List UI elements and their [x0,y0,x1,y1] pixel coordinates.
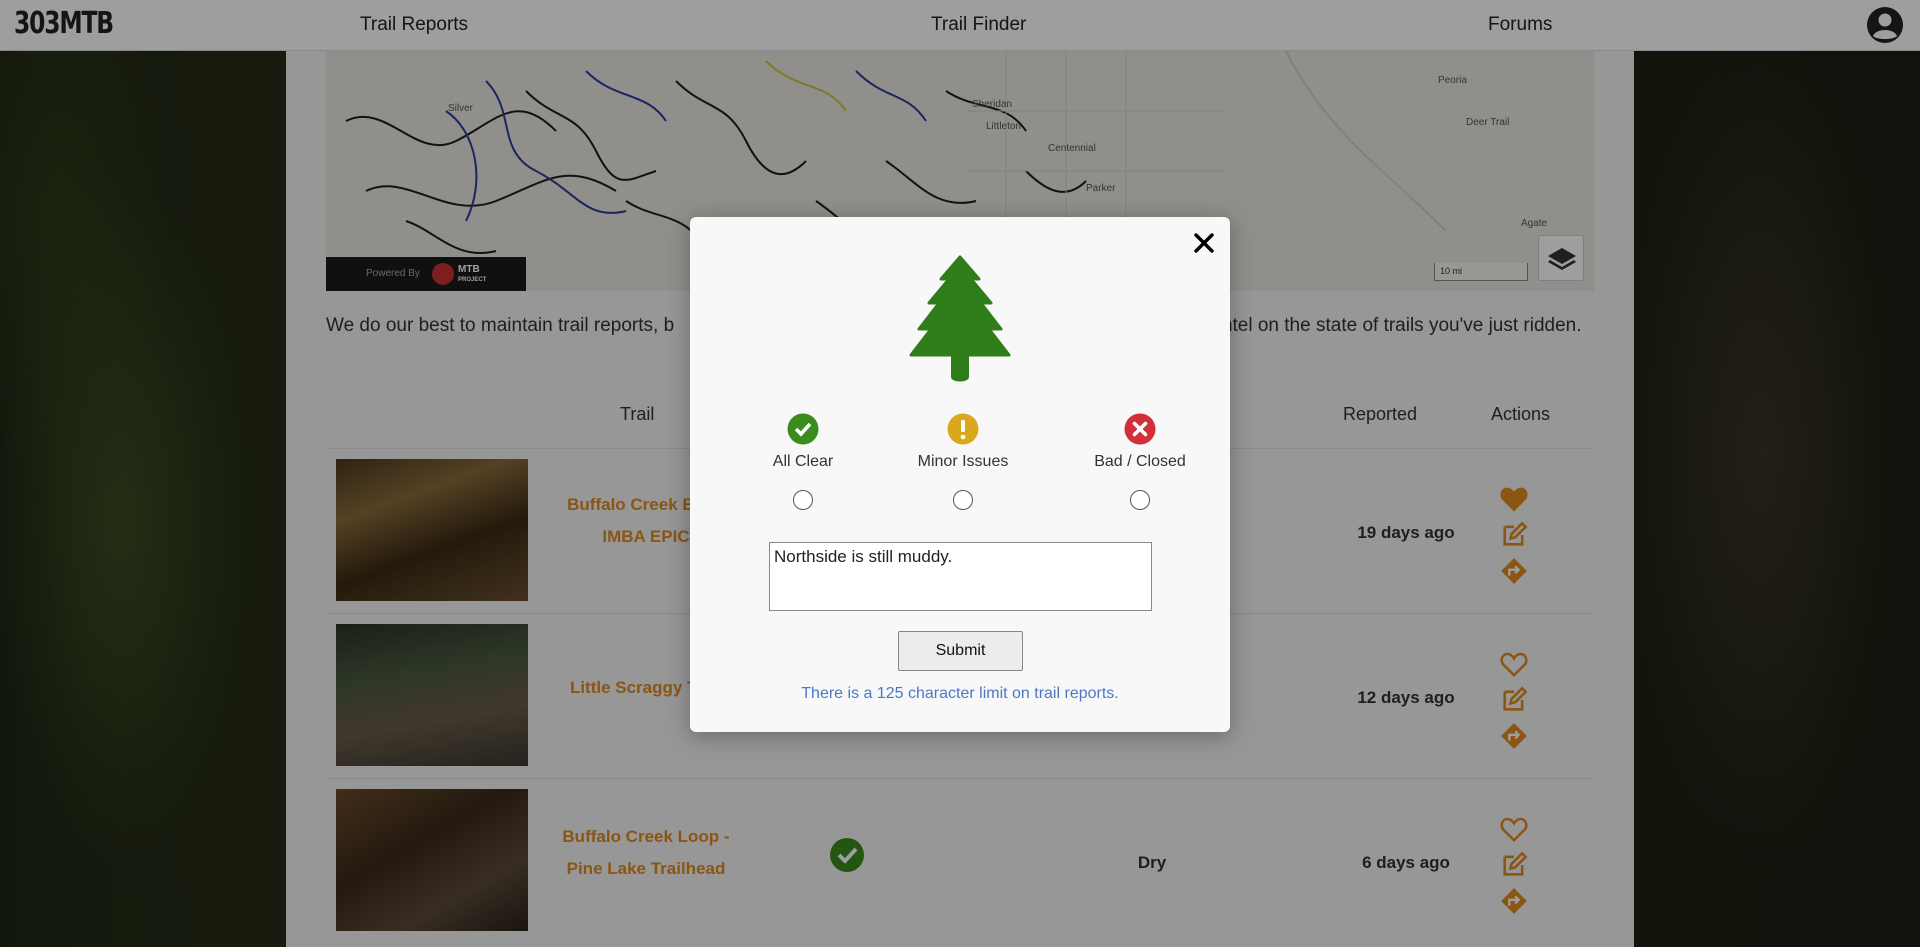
radio-minor-issues[interactable] [953,490,973,510]
radio-all-clear[interactable] [793,490,813,510]
option-all-clear: All Clear [728,413,878,510]
radio-bad-closed[interactable] [1130,490,1150,510]
x-circle-icon [1124,413,1156,445]
trail-report-modal: All Clear Minor Issues Bad / Closed Nort… [690,217,1230,732]
check-circle-icon [787,413,819,445]
option-minor-issues: Minor Issues [888,413,1038,510]
option-bad-closed: Bad / Closed [1065,413,1215,510]
option-label: Bad / Closed [1094,453,1186,470]
character-limit-note: There is a 125 character limit on trail … [801,685,1119,702]
option-label: Minor Issues [917,453,1009,470]
tree-icon [909,255,1011,382]
trail-report-textarea[interactable]: Northside is still muddy. [769,542,1152,611]
exclamation-circle-icon [947,413,979,445]
close-icon[interactable] [1190,229,1218,257]
option-label: All Clear [772,453,834,470]
submit-button[interactable]: Submit [898,631,1023,671]
